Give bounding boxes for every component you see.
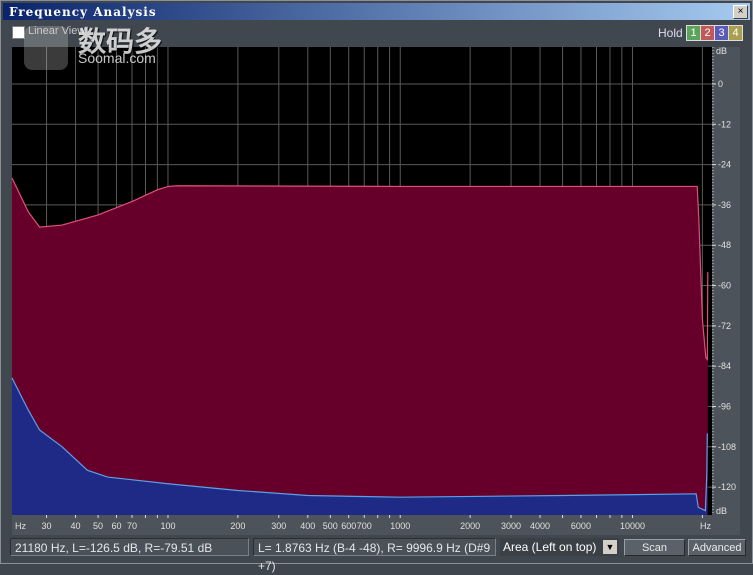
y-tick-label: -60 [718,281,731,291]
x-tick-label: 30 [42,521,52,531]
hold-button-3[interactable]: 3 [714,25,729,41]
display-mode-value: Area (Left on top) [503,540,597,554]
db-unit-label-bottom: dB [716,506,727,516]
y-tick-label: -72 [718,321,731,331]
hz-unit-label-left: Hz [15,521,26,531]
x-tick-label: 200 [230,521,245,531]
y-tick-label: -24 [718,160,731,170]
y-tick-label: -12 [718,119,731,129]
x-tick-label: 70 [127,521,137,531]
x-tick-label: 50 [93,521,103,531]
hold-button-1[interactable]: 1 [686,25,701,41]
peak-readout: L= 1.8763 Hz (B-4 -48), R= 9996.9 Hz (D#… [253,538,496,573]
advanced-button[interactable]: Advanced [688,539,746,556]
y-tick-label: 0 [718,79,723,89]
hold-label: Hold [658,26,683,40]
hold-button-2[interactable]: 2 [700,25,715,41]
x-tick-label: 2000 [460,521,480,531]
x-tick-label: 10000 [620,521,645,531]
y-tick-label: -48 [718,240,731,250]
linear-view-checkbox[interactable] [12,26,25,39]
x-tick-label: 700 [357,521,372,531]
linear-view-label: Linear View [28,25,86,37]
x-tick-label: 40 [71,521,81,531]
dropdown-arrow-icon[interactable]: ▼ [603,540,617,554]
series-area-1 [12,178,708,516]
hz-unit-label-right: Hz [700,521,711,531]
x-tick-label: 60 [111,521,121,531]
x-tick-label: 100 [160,521,175,531]
y-tick-label: -36 [718,200,731,210]
x-tick-label: 1000 [390,521,410,531]
cursor-readout: 21180 Hz, L=-126.5 dB, R=-79.51 dB [10,538,249,556]
x-tick-label: 3000 [501,521,521,531]
y-tick-label: -108 [718,442,736,452]
y-tick-label: -120 [718,482,736,492]
x-tick-label: 600 [341,521,356,531]
spectrum-chart[interactable]: dB dB 0 -12 -24 -36 -48 -60 -72 -84 -96 -108 -120 Hz H… [0,0,753,564]
hold-button-4[interactable]: 4 [728,25,743,41]
x-tick-label: 400 [300,521,315,531]
y-tick-label: -96 [718,401,731,411]
display-mode-select[interactable]: Area (Left on top) ▼ [500,538,619,556]
db-unit-label-top: dB [716,46,727,56]
x-tick-label: 300 [271,521,286,531]
scan-button[interactable]: Scan [624,539,685,556]
y-tick-label: -84 [718,361,731,371]
x-tick-label: 6000 [571,521,591,531]
x-tick-label: 4000 [530,521,550,531]
x-tick-label: 500 [323,521,338,531]
